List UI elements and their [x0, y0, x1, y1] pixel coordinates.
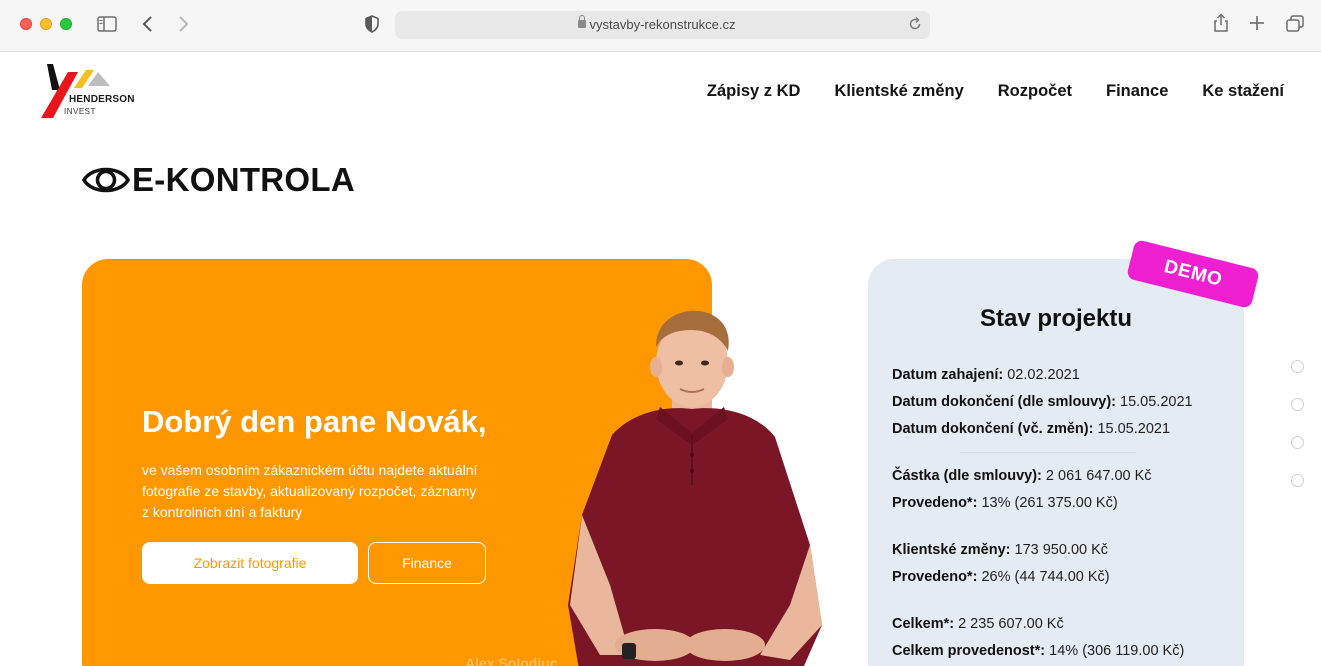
section-dot-2[interactable]	[1291, 398, 1304, 411]
nav-item-klientske-zmeny[interactable]: Klientské změny	[834, 82, 963, 101]
sidebar-toggle-icon[interactable]	[97, 15, 117, 33]
section-dot-1[interactable]	[1291, 360, 1304, 373]
show-photos-button[interactable]: Zobrazit fotografie	[142, 542, 358, 584]
reload-icon[interactable]	[908, 16, 922, 32]
section-dot-4[interactable]	[1291, 474, 1304, 487]
welcome-heading: Dobrý den pane Novák,	[142, 404, 487, 439]
section-dot-3[interactable]	[1291, 436, 1304, 449]
status-label: Datum dokončení (vč. změn):	[892, 421, 1094, 437]
page-header: E-KONTROLA	[82, 160, 355, 200]
tab-overview-icon[interactable]	[1286, 15, 1305, 33]
project-status-title: Stav projektu	[979, 305, 1133, 332]
status-row-contract-amount: Částka (dle smlouvy): 2 061 647.00 Kč	[892, 468, 1152, 484]
status-value: 173 950.00 Kč	[1014, 542, 1109, 558]
status-row-client-changes: Klientské změny: 173 950.00 Kč	[892, 542, 1108, 558]
status-row-start-date: Datum zahajení: 02.02.2021	[892, 367, 1080, 383]
status-label: Celkem*:	[892, 616, 955, 632]
back-icon[interactable]	[141, 15, 155, 33]
status-value: 15.05.2021	[1097, 421, 1171, 437]
url-text: vystavby-rekonstrukce.cz	[589, 17, 736, 32]
finance-button[interactable]: Finance	[368, 542, 486, 584]
welcome-text: ve vašem osobním zákaznickém účtu najdet…	[142, 462, 478, 520]
nav-item-zapisy-z-kd[interactable]: Zápisy z KD	[707, 82, 801, 101]
status-row-total-done: Celkem provedenost*: 14% (306 119.00 Kč)	[892, 643, 1184, 659]
share-icon[interactable]	[1212, 13, 1230, 33]
address-bar[interactable]: vystavby-rekonstrukce.cz	[395, 11, 930, 39]
status-value: 15.05.2021	[1120, 394, 1193, 410]
nav-item-ke-stazeni[interactable]: Ke stažení	[1202, 82, 1284, 101]
status-label: Celkem provedenost*:	[892, 643, 1046, 659]
zoom-window-button[interactable]	[60, 18, 72, 30]
status-value: 26% (44 744.00 Kč)	[981, 569, 1110, 585]
henderson-invest-logo[interactable]: HENDERSON INVEST	[38, 62, 135, 120]
status-divider	[960, 452, 1136, 453]
privacy-shield-icon[interactable]	[364, 15, 380, 33]
forward-icon[interactable]	[176, 15, 190, 33]
new-tab-icon[interactable]	[1249, 15, 1265, 31]
status-label: Datum zahajení:	[892, 367, 1004, 383]
project-manager-photo	[568, 310, 822, 666]
status-label: Klientské změny:	[892, 542, 1011, 558]
logo-text-invest: INVEST	[64, 107, 96, 116]
browser-toolbar: vystavby-rekonstrukce.cz	[0, 0, 1321, 52]
status-value: 2 235 607.00 Kč	[958, 616, 1064, 632]
status-row-end-date-changes: Datum dokončení (vč. změn): 15.05.2021	[892, 421, 1170, 437]
page-title: E-KONTROLA	[132, 161, 355, 198]
status-row-changes-done: Provedeno*: 26% (44 744.00 Kč)	[892, 569, 1110, 585]
status-label: Datum dokončení (dle smlouvy):	[892, 394, 1116, 410]
main-navigation: Zápisy z KD Klientské změny Rozpočet Fin…	[707, 82, 1284, 101]
status-value: 14% (306 119.00 Kč)	[1049, 643, 1185, 659]
status-row-contract-done: Provedeno*: 13% (261 375.00 Kč)	[892, 495, 1118, 511]
minimize-window-button[interactable]	[40, 18, 52, 30]
status-row-end-date-contract: Datum dokončení (dle smlouvy): 15.05.202…	[892, 394, 1193, 410]
close-window-button[interactable]	[20, 18, 32, 30]
status-value: 2 061 647.00 Kč	[1045, 468, 1152, 484]
person-name: Alex Solodiuc	[465, 655, 558, 666]
logo-text-henderson: HENDERSON	[69, 94, 135, 105]
nav-item-finance[interactable]: Finance	[1106, 82, 1168, 101]
status-label: Částka (dle smlouvy):	[892, 468, 1042, 484]
status-value: 13% (261 375.00 Kč)	[981, 495, 1118, 511]
status-label: Provedeno*:	[892, 569, 978, 585]
status-label: Provedeno*:	[892, 495, 978, 511]
eye-icon	[82, 167, 130, 193]
status-value: 02.02.2021	[1007, 367, 1080, 383]
status-row-total: Celkem*: 2 235 607.00 Kč	[892, 616, 1064, 632]
nav-item-rozpocet[interactable]: Rozpočet	[998, 82, 1072, 101]
